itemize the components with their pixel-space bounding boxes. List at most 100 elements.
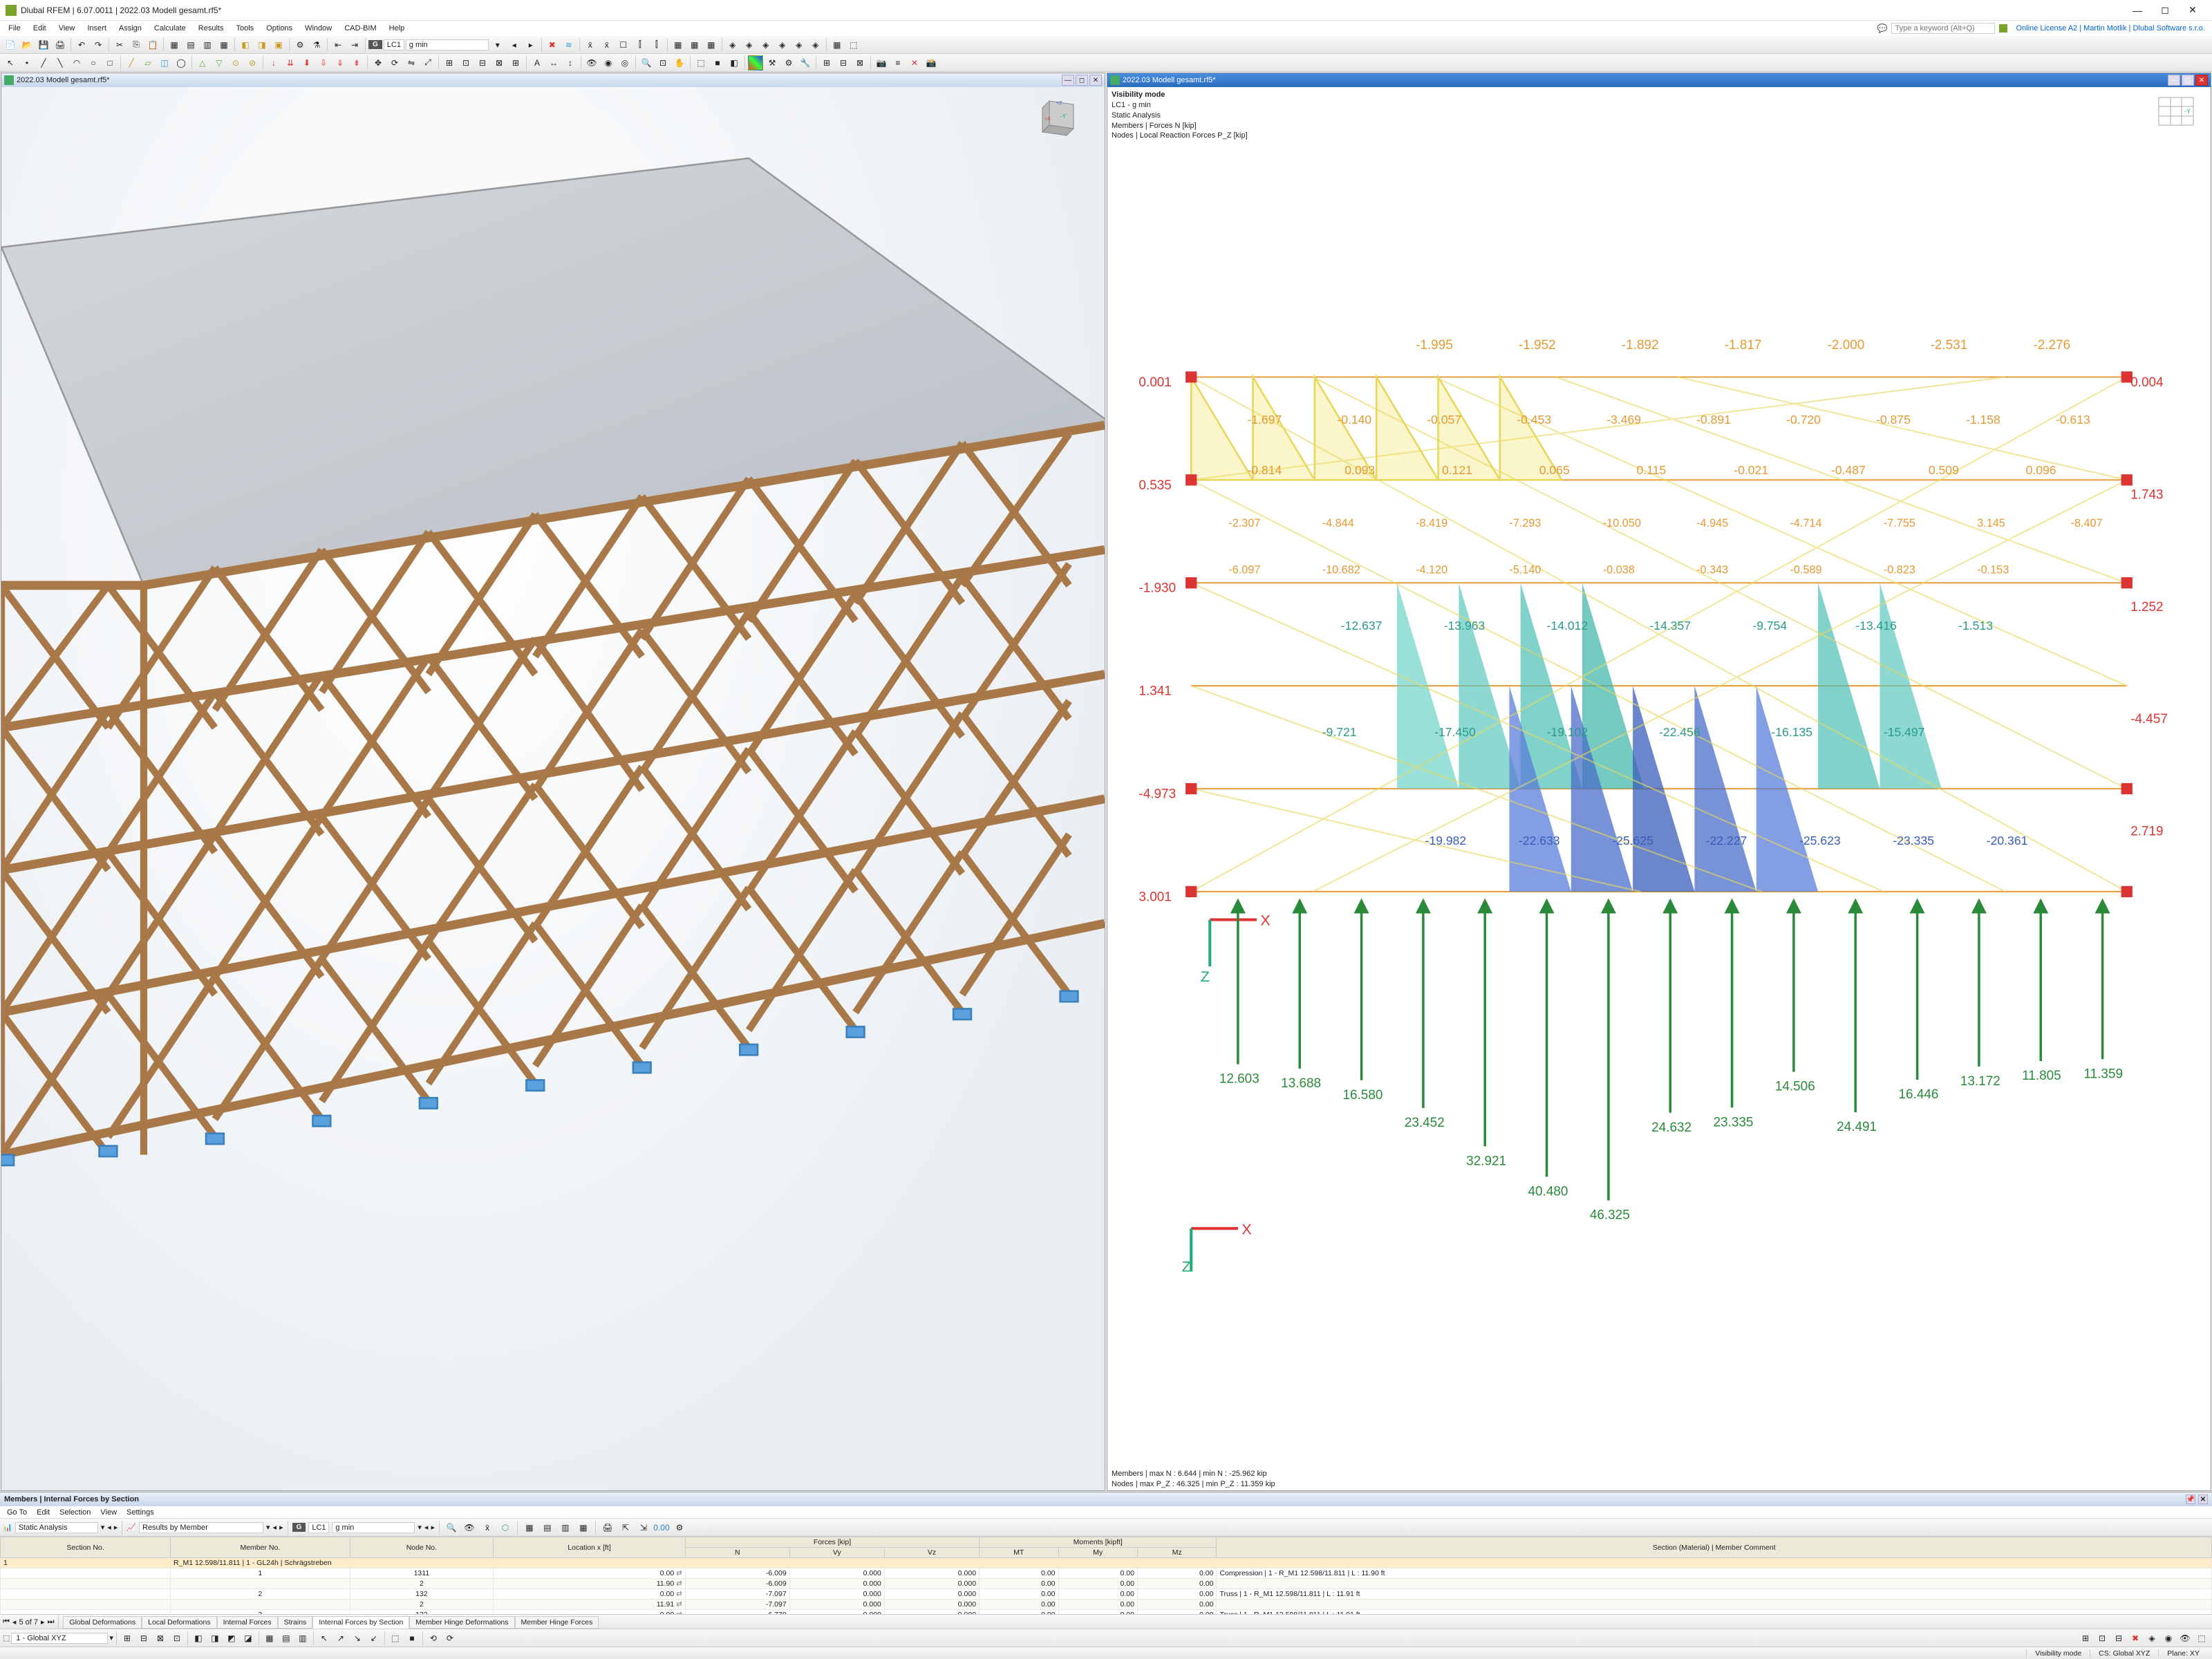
table-row[interactable]: 113110.00 ⇄ -6.0090.0000.0000.000.000.00… <box>1 1568 2212 1579</box>
bb16-icon[interactable]: ⬚ <box>388 1631 403 1646</box>
opts-icon[interactable]: ⚙ <box>672 1520 687 1535</box>
analysis-select[interactable]: Static Analysis <box>15 1522 98 1533</box>
snap-icon[interactable]: ⊡ <box>458 55 474 71</box>
filter4-icon[interactable]: ⬡ <box>498 1520 513 1535</box>
pane-min-icon[interactable]: — <box>2168 75 2180 86</box>
table3-icon[interactable]: ▥ <box>558 1520 573 1535</box>
dialog2-icon[interactable]: ▤ <box>183 37 198 53</box>
bb6-icon[interactable]: ◨ <box>207 1631 223 1646</box>
results-toggle-icon[interactable]: ✖ <box>545 37 560 53</box>
lc-description[interactable]: g min <box>406 39 489 50</box>
text-icon[interactable]: A <box>529 55 545 71</box>
filter-icon[interactable]: 🔍 <box>444 1520 459 1535</box>
col-member[interactable]: Member No. <box>171 1537 350 1558</box>
render-icon[interactable]: ⬚ <box>846 37 861 53</box>
col-my[interactable]: My <box>1058 1548 1137 1558</box>
dropdown-icon[interactable]: ▾ <box>101 1523 105 1532</box>
val5-icon[interactable]: ⫿ <box>649 37 664 53</box>
close-button[interactable]: ✕ <box>2179 1 2206 20</box>
bb19-icon[interactable]: ⟳ <box>442 1631 458 1646</box>
dim-icon[interactable]: ↔ <box>546 55 561 71</box>
bb-ortho-icon[interactable]: ⊟ <box>2111 1631 2126 1646</box>
nav-prev-icon[interactable]: ◂ <box>107 1523 111 1532</box>
dim2-icon[interactable]: ↕ <box>563 55 578 71</box>
format-icon[interactable]: 0.00 <box>654 1520 669 1535</box>
viewport-3d[interactable]: -Y +X +Z <box>1 87 1105 1490</box>
load3-icon[interactable]: ⬇ <box>299 55 315 71</box>
val2-icon[interactable]: x̄ <box>599 37 615 53</box>
bb-snap-icon[interactable]: ⊡ <box>2094 1631 2110 1646</box>
pager-prev-icon[interactable]: ◂ <box>12 1618 17 1627</box>
camera-icon[interactable]: 📸 <box>924 55 939 71</box>
iso5-icon[interactable]: ◈ <box>791 37 807 53</box>
hinge-icon[interactable]: ⊙ <box>228 55 243 71</box>
hinge2-icon[interactable]: ⊘ <box>245 55 260 71</box>
line-icon[interactable]: ╱ <box>36 55 51 71</box>
calc-icon[interactable]: ⚙ <box>292 37 308 53</box>
solid-icon[interactable]: ◫ <box>157 55 172 71</box>
panel-menu-view[interactable]: View <box>96 1508 121 1517</box>
result-tab[interactable]: Internal Forces <box>217 1616 278 1629</box>
copy-icon[interactable]: ⎘ <box>129 37 144 53</box>
export-icon[interactable]: ⇱ <box>618 1520 633 1535</box>
extra4-icon[interactable]: 📷 <box>874 55 889 71</box>
bb13-icon[interactable]: ↗ <box>333 1631 348 1646</box>
mirror-icon[interactable]: ⇋ <box>404 55 419 71</box>
extra3-icon[interactable]: ⊠ <box>852 55 868 71</box>
col-node[interactable]: Node No. <box>350 1537 493 1558</box>
surf2-icon[interactable]: ▦ <box>687 37 702 53</box>
table-section-row[interactable]: 1R_M1 12.598/11.811 | 1 - GL24h | Schräg… <box>1 1558 2212 1568</box>
maximize-button[interactable]: ◻ <box>2151 1 2179 20</box>
bb1-icon[interactable]: ⊞ <box>120 1631 135 1646</box>
calc2-icon[interactable]: ⚗ <box>309 37 324 53</box>
snap2-icon[interactable]: ⊟ <box>475 55 490 71</box>
iso6-icon[interactable]: ◈ <box>808 37 823 53</box>
col-section[interactable]: Section No. <box>1 1537 171 1558</box>
save-icon[interactable]: 💾 <box>36 37 51 53</box>
bb14-icon[interactable]: ↘ <box>350 1631 365 1646</box>
lc-prev-icon[interactable]: ◂ <box>507 37 522 53</box>
panel-menu-selection[interactable]: Selection <box>55 1508 95 1517</box>
table2-icon[interactable]: ▤ <box>540 1520 555 1535</box>
val3-icon[interactable]: ☐ <box>616 37 631 53</box>
tool-x-icon[interactable]: ⚒ <box>765 55 780 71</box>
dialog3-icon[interactable]: ▥ <box>200 37 215 53</box>
panel-lc-desc[interactable]: g min <box>332 1522 415 1533</box>
table-row[interactable]: 21320.00 ⇄ -7.0970.0000.0000.000.000.00 … <box>1 1589 2212 1600</box>
result-tab[interactable]: Strains <box>278 1616 313 1629</box>
menu-view[interactable]: View <box>53 23 81 34</box>
bb-axes-icon[interactable]: ✖ <box>2128 1631 2143 1646</box>
col-mz[interactable]: Mz <box>1137 1548 1217 1558</box>
bb18-icon[interactable]: ⟲ <box>426 1631 441 1646</box>
paste-icon[interactable]: 📋 <box>145 37 160 53</box>
nav-next-icon[interactable]: ▸ <box>431 1523 435 1532</box>
menu-assign[interactable]: Assign <box>113 23 147 34</box>
menu-results[interactable]: Results <box>193 23 229 34</box>
menu-tools[interactable]: Tools <box>230 23 259 34</box>
load5-icon[interactable]: ⇓ <box>332 55 348 71</box>
dropdown-icon[interactable]: ▾ <box>266 1523 270 1532</box>
navigation-cube[interactable]: -Y +X +Z <box>1035 94 1084 142</box>
redo-icon[interactable]: ↷ <box>91 37 106 53</box>
filter3-icon[interactable]: x̄ <box>480 1520 495 1535</box>
bb2-icon[interactable]: ⊟ <box>136 1631 151 1646</box>
dialog4-icon[interactable]: ▦ <box>216 37 232 53</box>
deform-icon[interactable]: ≋ <box>561 37 577 53</box>
trans-icon[interactable]: ◧ <box>727 55 742 71</box>
result-tab[interactable]: Internal Forces by Section <box>312 1616 409 1629</box>
grid-icon[interactable]: ▦ <box>830 37 845 53</box>
panel-menu-settings[interactable]: Settings <box>122 1508 158 1517</box>
view2-icon[interactable]: ◉ <box>601 55 616 71</box>
dropdown-icon[interactable]: ▾ <box>418 1523 422 1532</box>
menu-insert[interactable]: Insert <box>82 23 112 34</box>
keyword-search-input[interactable] <box>1891 23 1995 34</box>
surf3-icon[interactable]: ▦ <box>704 37 719 53</box>
iso-icon[interactable]: ◈ <box>725 37 740 53</box>
val-icon[interactable]: x̄ <box>583 37 598 53</box>
col-vz[interactable]: Vz <box>884 1548 979 1558</box>
scale-icon[interactable]: ⤢ <box>420 55 435 71</box>
surface-icon[interactable]: ▱ <box>140 55 156 71</box>
bb-perspective-icon[interactable]: ⬚ <box>2194 1631 2209 1646</box>
panel-menu-goto[interactable]: Go To <box>3 1508 31 1517</box>
col-comment[interactable]: Section (Material) | Member Comment <box>1217 1537 2212 1558</box>
